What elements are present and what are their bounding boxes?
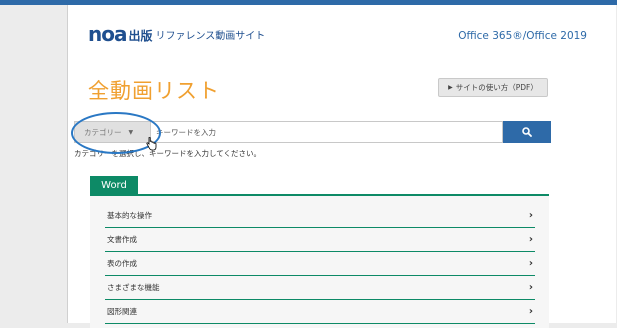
chevron-right-icon: › xyxy=(528,234,533,245)
page-container: noa 出版 リファレンス動画サイト Office 365®/Office 20… xyxy=(67,5,616,328)
chevron-right-icon: › xyxy=(528,306,533,317)
search-icon xyxy=(522,127,532,137)
section-tab-word: Word xyxy=(90,176,138,194)
chevron-right-icon: › xyxy=(528,282,533,293)
list-item[interactable]: 文書作成 › xyxy=(105,228,535,252)
chevron-right-icon: › xyxy=(528,210,533,221)
site-logo[interactable]: noa 出版 リファレンス動画サイト xyxy=(88,24,265,44)
keyword-input[interactable]: キーワードを入力 xyxy=(151,121,503,143)
hand-cursor-icon xyxy=(146,137,157,151)
word-video-list: 基本的な操作 › 文書作成 › 表の作成 › さまざまな機能 › 図形関連 › xyxy=(90,196,549,328)
chevron-right-icon: › xyxy=(528,258,533,269)
list-item-label: 図形関連 xyxy=(107,307,137,316)
logo-publisher: 出版 xyxy=(128,29,153,43)
list-item[interactable]: 図形関連 › xyxy=(105,300,535,324)
list-item-label: 表の作成 xyxy=(107,259,137,268)
site-guide-pdf-button[interactable]: ▶ サイトの使い方（PDF） xyxy=(438,78,548,97)
keyword-placeholder: キーワードを入力 xyxy=(156,127,216,137)
list-item-label: さまざまな機能 xyxy=(107,283,160,292)
list-item[interactable]: 基本的な操作 › xyxy=(105,204,535,228)
product-label: Office 365®/Office 2019 xyxy=(458,30,587,42)
page-title: 全動画リスト xyxy=(88,79,220,103)
list-item-label: 基本的な操作 xyxy=(107,211,152,220)
logo-text: noa xyxy=(88,22,127,46)
site-name: リファレンス動画サイト xyxy=(155,31,266,42)
list-item[interactable]: 表の作成 › xyxy=(105,252,535,276)
triangle-right-icon: ▶ xyxy=(448,84,453,91)
list-item-label: 文書作成 xyxy=(107,235,137,244)
list-item[interactable]: さまざまな機能 › xyxy=(105,276,535,300)
guide-button-label: サイトの使い方（PDF） xyxy=(455,83,538,92)
search-button[interactable] xyxy=(503,121,551,143)
